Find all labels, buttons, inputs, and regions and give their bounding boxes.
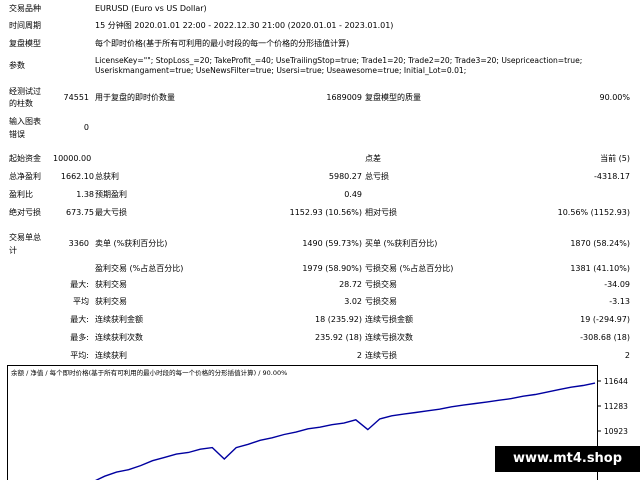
total-trades-label-1: 交易单总	[9, 233, 41, 242]
gross-loss-label: 总亏损	[365, 172, 389, 181]
total-trades-label-2: 计	[9, 246, 17, 255]
avg-consec-wins-label: 连续获利	[95, 351, 127, 360]
rel-dd-value: 10.56% (1152.93)	[557, 208, 630, 217]
largest-label: 最大:	[70, 280, 89, 289]
params-label: 参数	[9, 61, 25, 70]
largest-loss-label: 亏损交易	[365, 280, 397, 289]
period-value: 15 分钟图 2020.01.01 22:00 - 2022.12.30 21:…	[95, 21, 394, 30]
short-value: 1490 (59.73%)	[302, 239, 362, 248]
avg-consec-wins-value: 2	[356, 351, 362, 360]
long-label: 买单 (%获利百分比)	[365, 239, 438, 248]
short-label: 卖单 (%获利百分比)	[95, 239, 168, 248]
expected-payoff-value: 0.49	[344, 190, 362, 199]
abs-dd-label: 绝对亏损	[9, 208, 41, 217]
max-consec-losses-label: 连续亏损金额	[365, 315, 413, 324]
average-label: 平均	[73, 297, 89, 306]
errors-label-2: 错误	[9, 130, 25, 139]
spread-value: 当前 (5)	[600, 154, 630, 163]
quality-value: 90.00%	[599, 93, 630, 102]
long-value: 1870 (58.24%)	[570, 239, 630, 248]
max-consec-wins-label: 连续获利金额	[95, 315, 143, 324]
average-loss-value: -3.13	[609, 297, 630, 306]
spread-label: 点差	[365, 154, 381, 163]
largest-profit-value: 28.72	[339, 280, 362, 289]
average-profit-label: 获利交易	[95, 297, 127, 306]
errors-value: 0	[83, 123, 89, 132]
ticks-label: 用于复盘的即时价数量	[95, 93, 175, 102]
y-tick-label-2: 10923	[604, 427, 628, 436]
symbol-label: 交易品种	[9, 4, 41, 13]
total-trades-value: 3360	[68, 239, 89, 248]
params-value-line1: LicenseKey=""; StopLoss_=20; TakeProfit_…	[95, 56, 583, 65]
model-value: 每个即时价格(基于所有可利用的最小时段的每一个价格的分形插值计算)	[95, 39, 350, 48]
chart-header: 余额 / 净值 / 每个即时价格(基于所有可利用的最小时段的每一个价格的分形插值…	[11, 368, 287, 377]
gross-profit-value: 5980.27	[328, 172, 362, 181]
deposit-label: 起始资金	[9, 154, 41, 163]
max-dd-value: 1152.93 (10.56%)	[289, 208, 362, 217]
model-label: 复盘模型	[9, 39, 41, 48]
max-consec-wins-value: 18 (235.92)	[315, 315, 362, 324]
profit-trades-label: 盈利交易 (%占总百分比)	[95, 264, 184, 273]
net-profit-label: 总净盈利	[9, 172, 41, 181]
avg-label: 平均:	[70, 351, 89, 360]
maximal-consec-profit-label: 连续获利次数	[95, 333, 143, 342]
bars-label-2: 的柱数	[9, 99, 33, 108]
expected-payoff-label: 预期盈利	[95, 190, 127, 199]
bars-value: 74551	[63, 93, 89, 102]
maximal-label: 最多:	[70, 333, 89, 342]
avg-consec-losses-label: 连续亏损	[365, 351, 397, 360]
avg-consec-losses-value: 2	[624, 351, 630, 360]
params-value-line2: Useriskmangament=true; UseNewsFilter=tru…	[95, 66, 467, 75]
gross-loss-value: -4318.17	[594, 172, 630, 181]
rel-dd-label: 相对亏损	[365, 208, 397, 217]
average-loss-label: 亏损交易	[365, 297, 397, 306]
y-tick-label-0: 11644	[604, 377, 628, 386]
profit-factor-value: 1.38	[76, 190, 94, 199]
profit-trades-value: 1979 (58.90%)	[302, 264, 362, 273]
max-dd-label: 最大亏损	[95, 208, 127, 217]
y-tick-label-1: 11283	[604, 402, 628, 411]
profit-factor-label: 盈利比	[9, 190, 33, 199]
quality-label: 复盘模型的质量	[365, 93, 421, 102]
errors-label-1: 输入图表	[9, 117, 41, 126]
symbol-value: EURUSD (Euro vs US Dollar)	[95, 4, 207, 13]
largest-profit-label: 获利交易	[95, 280, 127, 289]
ticks-value: 1689009	[326, 93, 362, 102]
max-label: 最大:	[70, 315, 89, 324]
maximal-consec-loss-value: -308.68 (18)	[580, 333, 630, 342]
loss-trades-label: 亏损交易 (%占总百分比)	[365, 264, 454, 273]
bars-label-1: 经测试过	[9, 87, 41, 96]
maximal-consec-profit-value: 235.92 (18)	[315, 333, 362, 342]
largest-loss-value: -34.09	[604, 280, 630, 289]
period-label: 时间周期	[9, 21, 41, 30]
deposit-value: 10000.00	[53, 154, 92, 163]
watermark-badge: www.mt4.shop	[495, 446, 640, 472]
maximal-consec-loss-label: 连续亏损次数	[365, 333, 413, 342]
gross-profit-label: 总获利	[95, 172, 119, 181]
max-consec-losses-value: 19 (-294.97)	[580, 315, 630, 324]
loss-trades-value: 1381 (41.10%)	[570, 264, 630, 273]
abs-dd-value: 673.75	[66, 208, 94, 217]
net-profit-value: 1662.10	[60, 172, 94, 181]
average-profit-value: 3.02	[344, 297, 362, 306]
